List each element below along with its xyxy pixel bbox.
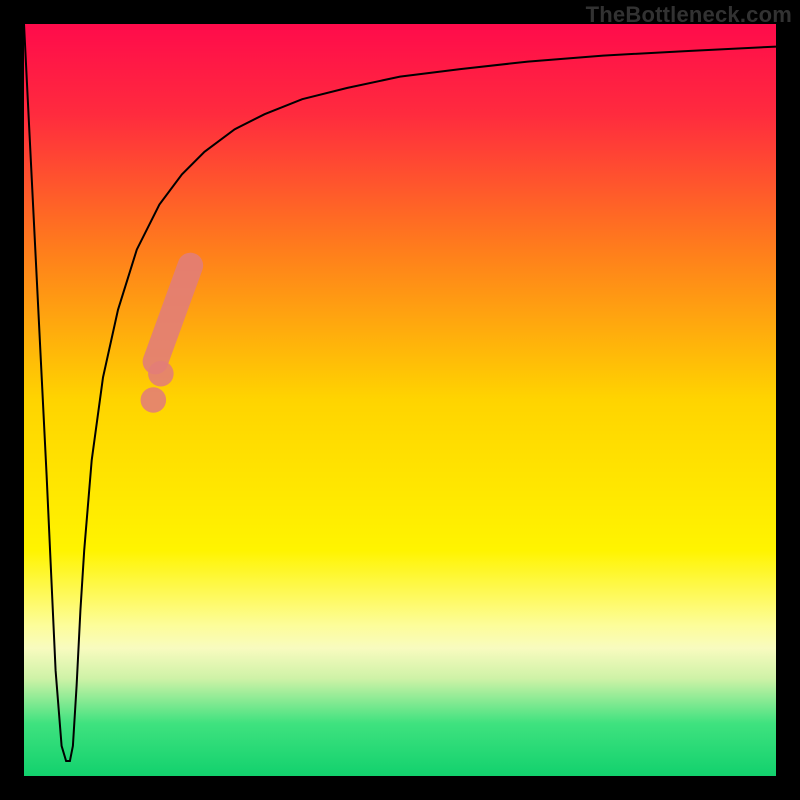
- highlight-dot-mid: [148, 361, 174, 387]
- highlight-dot-low: [141, 387, 167, 413]
- gradient-background: [24, 24, 776, 776]
- chart-container: TheBottleneck.com: [0, 0, 800, 800]
- bottleneck-chart: [24, 24, 776, 776]
